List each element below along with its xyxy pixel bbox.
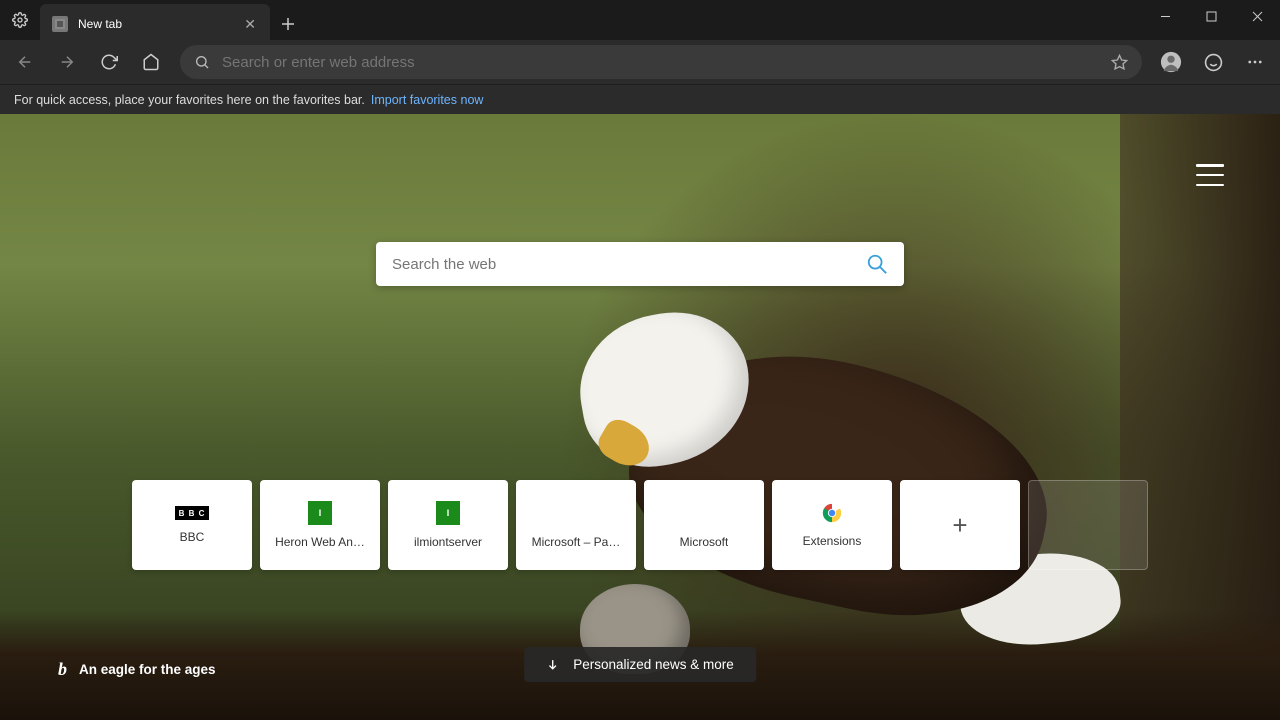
- toolbar: [0, 40, 1280, 84]
- quick-link-tile[interactable]: Microsoft: [644, 480, 764, 570]
- tile-label: Heron Web An…: [275, 535, 365, 549]
- window-controls: [1142, 0, 1280, 32]
- tile-label: ilmiontserver: [414, 535, 482, 549]
- profile-button[interactable]: [1152, 43, 1190, 81]
- web-search-input[interactable]: [392, 256, 866, 273]
- add-tile-button[interactable]: +: [900, 480, 1020, 570]
- arrow-down-icon: [546, 658, 559, 671]
- plus-icon: +: [952, 510, 967, 541]
- quick-link-tile[interactable]: Extensions: [772, 480, 892, 570]
- settings-icon[interactable]: [0, 0, 40, 40]
- import-favorites-link[interactable]: Import favorites now: [371, 93, 484, 107]
- empty-tile[interactable]: [1028, 480, 1148, 570]
- title-bar: New tab ✕: [0, 0, 1280, 40]
- tile-label: Microsoft: [680, 535, 729, 549]
- page-settings-button[interactable]: [1196, 164, 1224, 186]
- tile-label: Microsoft – Pa…: [532, 535, 621, 549]
- search-submit-icon[interactable]: [866, 253, 888, 275]
- address-bar[interactable]: [180, 45, 1142, 79]
- quick-links: B B CBBCIHeron Web An…Iilmiontserver Micr…: [132, 480, 1148, 570]
- quick-link-tile[interactable]: Iilmiontserver: [388, 480, 508, 570]
- new-tab-button[interactable]: [270, 4, 306, 44]
- forward-button[interactable]: [48, 43, 86, 81]
- tab-favicon: [52, 16, 68, 32]
- home-button[interactable]: [132, 43, 170, 81]
- tab-title: New tab: [78, 17, 234, 31]
- favorites-prompt-text: For quick access, place your favorites h…: [14, 93, 365, 107]
- quick-link-tile[interactable]: B B CBBC: [132, 480, 252, 570]
- tile-label: BBC: [180, 530, 205, 544]
- favorite-star-icon[interactable]: [1111, 54, 1128, 71]
- maximize-button[interactable]: [1188, 0, 1234, 32]
- menu-button[interactable]: [1236, 43, 1274, 81]
- close-tab-icon[interactable]: ✕: [244, 16, 256, 33]
- favorites-bar: For quick access, place your favorites h…: [0, 84, 1280, 114]
- search-icon: [194, 54, 210, 70]
- browser-tab[interactable]: New tab ✕: [40, 4, 270, 44]
- tile-label: Extensions: [803, 534, 862, 548]
- image-caption[interactable]: b An eagle for the ages: [58, 659, 216, 680]
- news-label: Personalized news & more: [573, 657, 734, 672]
- minimize-button[interactable]: [1142, 0, 1188, 32]
- refresh-button[interactable]: [90, 43, 128, 81]
- personalized-news-button[interactable]: Personalized news & more: [524, 647, 756, 682]
- quick-link-tile[interactable]: IHeron Web An…: [260, 480, 380, 570]
- address-input[interactable]: [222, 54, 1099, 71]
- feedback-button[interactable]: [1194, 43, 1232, 81]
- back-button[interactable]: [6, 43, 44, 81]
- quick-link-tile[interactable]: Microsoft – Pa…: [516, 480, 636, 570]
- new-tab-page: B B CBBCIHeron Web An…Iilmiontserver Micr…: [0, 114, 1280, 720]
- close-window-button[interactable]: [1234, 0, 1280, 32]
- bing-icon: b: [58, 659, 67, 680]
- caption-text: An eagle for the ages: [79, 662, 216, 677]
- web-search-box[interactable]: [376, 242, 904, 286]
